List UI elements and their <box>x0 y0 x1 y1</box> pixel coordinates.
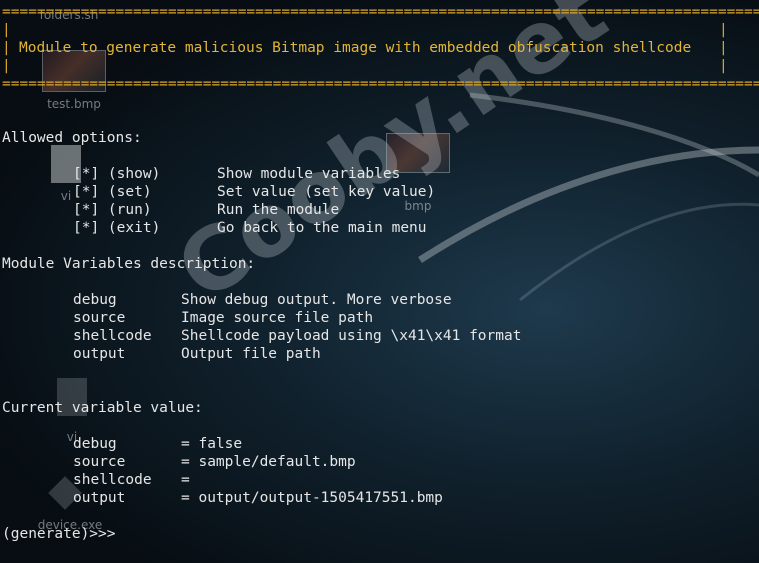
variable-key: debug <box>73 292 117 308</box>
banner-side-left: | <box>2 58 11 74</box>
variable-key: source <box>73 310 126 326</box>
allowed-options-heading: Allowed options: <box>2 130 142 146</box>
current-key: shellcode <box>73 472 152 488</box>
variable-description: Show debug output. More verbose <box>181 292 452 308</box>
current-values-heading: Current variable value: <box>2 400 203 416</box>
option-description: Set value (set key value) <box>217 184 436 200</box>
option-description: Go back to the main menu <box>217 220 427 236</box>
option-description: Show module variables <box>217 166 401 182</box>
current-value: = false <box>181 436 243 452</box>
option-command: [*] (exit) <box>73 220 161 236</box>
option-command: [*] (run) <box>73 202 152 218</box>
variable-key: shellcode <box>73 328 152 344</box>
variable-description: Image source file path <box>181 310 374 326</box>
banner-side-right: | <box>719 40 728 56</box>
option-description: Run the module <box>217 202 340 218</box>
option-command: [*] (show) <box>73 166 161 182</box>
banner-side-right: | <box>719 22 728 38</box>
banner-side-left: | <box>2 40 11 56</box>
banner-top-rule: ========================================… <box>2 4 759 20</box>
current-value: = sample/default.bmp <box>181 454 356 470</box>
current-key: debug <box>73 436 117 452</box>
banner-side-left: | <box>2 22 11 38</box>
variable-key: output <box>73 346 126 362</box>
banner-side-right: | <box>719 58 728 74</box>
banner-bottom-rule: ========================================… <box>2 76 759 92</box>
banner-title: Module to generate malicious Bitmap imag… <box>19 40 692 56</box>
command-prompt[interactable]: (generate)>>> <box>2 525 116 543</box>
terminal-window[interactable]: ========================================… <box>0 0 759 563</box>
current-value: = <box>181 472 190 488</box>
variables-heading: Module Variables description: <box>2 256 256 272</box>
current-value: = output/output-1505417551.bmp <box>181 490 443 506</box>
current-key: source <box>73 454 126 470</box>
option-command: [*] (set) <box>73 184 152 200</box>
variable-description: Output file path <box>181 346 321 362</box>
current-key: output <box>73 490 126 506</box>
variable-description: Shellcode payload using \x41\x41 format <box>181 328 522 344</box>
